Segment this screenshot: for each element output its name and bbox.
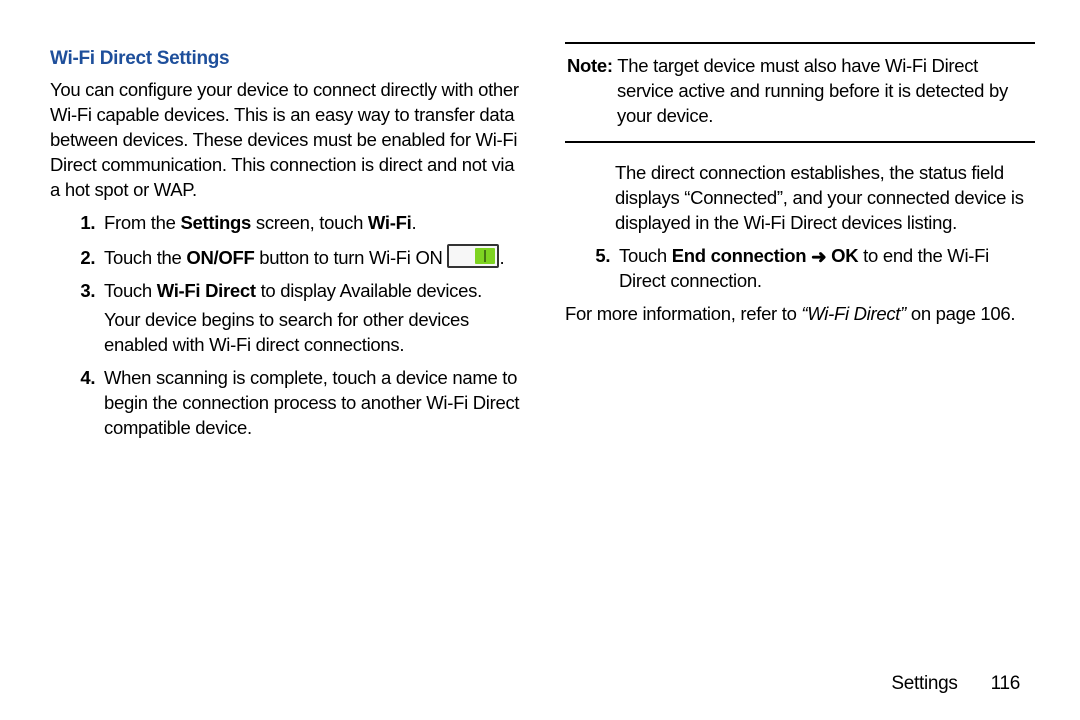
page-footer: Settings 116 — [891, 673, 1020, 695]
step-3: Touch Wi-Fi Direct to display Available … — [100, 279, 520, 358]
bold-wifi-direct: Wi-Fi Direct — [157, 280, 256, 301]
step-2: Touch the ON/OFF button to turn Wi-Fi ON… — [100, 244, 520, 271]
note-text: Note: The target device must also have W… — [567, 54, 1033, 129]
note-body: The target device must also have Wi-Fi D… — [613, 55, 1008, 126]
page-number: 116 — [991, 673, 1020, 695]
step-4: When scanning is complete, touch a devic… — [100, 366, 520, 441]
text: . — [411, 212, 416, 233]
more-info-line: For more information, refer to “Wi-Fi Di… — [565, 302, 1035, 327]
bold-onoff: ON/OFF — [186, 247, 254, 268]
text: Touch — [619, 245, 672, 266]
bold-end-connection: End connection — [672, 245, 807, 266]
text: button to turn Wi-Fi ON — [254, 247, 447, 268]
steps-list-continued: Touch End connection ➜ OK to end the Wi-… — [565, 244, 1035, 294]
text: screen, touch — [251, 212, 368, 233]
manual-page: Wi-Fi Direct Settings You can configure … — [0, 0, 1080, 720]
left-column: Wi-Fi Direct Settings You can configure … — [50, 40, 520, 630]
arrow-icon: ➜ — [811, 245, 826, 270]
intro-paragraph: You can configure your device to connect… — [50, 78, 520, 203]
text: When scanning is complete, touch a devic… — [104, 367, 519, 438]
toggle-on-icon — [447, 244, 499, 268]
bold-ok: OK — [831, 245, 858, 266]
steps-list: From the Settings screen, touch Wi-Fi. T… — [50, 211, 520, 441]
two-column-layout: Wi-Fi Direct Settings You can configure … — [50, 40, 1040, 630]
text: to display Available devices. — [256, 280, 482, 301]
note-box: Note: The target device must also have W… — [565, 42, 1035, 143]
italic-ref: “Wi-Fi Direct” — [801, 303, 906, 324]
right-column: Note: The target device must also have W… — [565, 40, 1035, 630]
note-label: Note: — [567, 55, 613, 76]
text: Touch — [104, 280, 157, 301]
step-1: From the Settings screen, touch Wi-Fi. — [100, 211, 520, 236]
footer-section: Settings — [891, 673, 957, 694]
text: Touch the — [104, 247, 186, 268]
step-5: Touch End connection ➜ OK to end the Wi-… — [615, 244, 1035, 294]
step-3-sub: Your device begins to search for other d… — [104, 308, 520, 358]
text: on page 106. — [906, 303, 1015, 324]
bold-settings: Settings — [180, 212, 251, 233]
text: For more information, refer to — [565, 303, 801, 324]
text: From the — [104, 212, 180, 233]
text: . — [499, 247, 504, 268]
section-heading: Wi-Fi Direct Settings — [50, 48, 520, 70]
bold-wifi: Wi-Fi — [368, 212, 412, 233]
after-note-paragraph: The direct connection establishes, the s… — [565, 161, 1035, 236]
